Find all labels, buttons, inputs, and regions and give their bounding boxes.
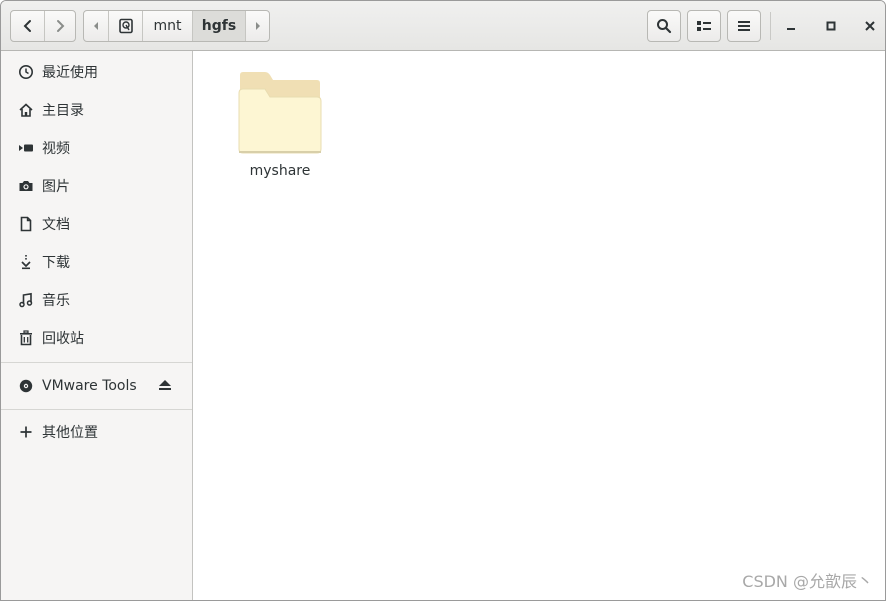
home-icon: [17, 101, 35, 119]
sidebar-item-label: 其他位置: [42, 425, 98, 441]
trash-icon: [17, 329, 35, 347]
path-segment-label: mnt: [153, 18, 182, 34]
camera-icon: [17, 177, 35, 195]
sidebar-item-home[interactable]: 主目录: [1, 91, 192, 129]
music-icon: [17, 291, 35, 309]
sidebar-item-recent[interactable]: 最近使用: [1, 53, 192, 91]
minimize-button[interactable]: [775, 10, 807, 42]
maximize-button[interactable]: [815, 10, 847, 42]
sidebar-item-vmware-tools[interactable]: VMware Tools: [1, 367, 192, 405]
back-button[interactable]: [11, 11, 44, 41]
download-icon: [17, 253, 35, 271]
drive-icon: [118, 18, 133, 34]
path-root-button[interactable]: [108, 11, 142, 41]
hamburger-menu-icon: [738, 21, 750, 31]
sidebar-item-downloads[interactable]: 下载: [1, 243, 192, 281]
sidebar-item-label: 主目录: [42, 103, 84, 119]
minimize-icon: [787, 28, 795, 30]
close-button[interactable]: [854, 10, 885, 42]
maximize-icon: [826, 21, 836, 31]
clock-icon: [17, 63, 35, 81]
path-segment-hgfs[interactable]: hgfs: [192, 11, 245, 41]
sidebar-separator: [1, 409, 192, 410]
sidebar-item-label: 视频: [42, 141, 70, 157]
sidebar-item-label: 文档: [42, 217, 70, 233]
forward-button[interactable]: [44, 11, 75, 41]
document-icon: [17, 215, 35, 233]
eject-icon: [159, 380, 171, 390]
triangle-right-icon: [255, 22, 260, 30]
chevron-left-icon: [23, 20, 31, 32]
menu-button[interactable]: [727, 10, 761, 42]
header-bar: mnt hgfs: [1, 1, 885, 51]
sidebar-item-label: 音乐: [42, 293, 70, 309]
sidebar-item-videos[interactable]: 视频: [1, 129, 192, 167]
path-scroll-right-button[interactable]: [245, 11, 269, 41]
triangle-left-icon: [94, 22, 98, 30]
file-item-myshare[interactable]: myshare: [235, 71, 325, 179]
sidebar-item-music[interactable]: 音乐: [1, 281, 192, 319]
file-manager-window: mnt hgfs 最近使用 主目录 视频 图片 文档 下载 音乐 回收站 VMw…: [0, 0, 886, 601]
sidebar-separator: [1, 362, 192, 363]
close-icon: [865, 21, 875, 31]
sidebar-item-label: 下载: [42, 255, 70, 271]
folder-icon: [238, 72, 322, 154]
list-view-icon: [697, 21, 711, 31]
header-separator: [770, 12, 771, 40]
path-scroll-left-button[interactable]: [84, 11, 108, 41]
plus-icon: [17, 423, 35, 441]
search-button[interactable]: [647, 10, 681, 42]
sidebar-item-pictures[interactable]: 图片: [1, 167, 192, 205]
chevron-right-icon: [57, 20, 65, 32]
sidebar-item-documents[interactable]: 文档: [1, 205, 192, 243]
sidebar-item-label: VMware Tools: [42, 378, 137, 394]
watermark: CSDN @允歆辰丶: [742, 572, 873, 591]
sidebar-item-other-locations[interactable]: 其他位置: [1, 413, 192, 451]
search-icon: [657, 19, 672, 34]
eject-button[interactable]: [158, 379, 172, 395]
view-toggle-button[interactable]: [687, 10, 721, 42]
path-bar: mnt hgfs: [83, 10, 270, 42]
sidebar-item-label: 图片: [42, 179, 70, 195]
video-icon: [17, 139, 35, 157]
history-buttons: [10, 10, 76, 42]
sidebar-item-label: 最近使用: [42, 65, 98, 81]
sidebar-item-trash[interactable]: 回收站: [1, 319, 192, 357]
path-segment-label: hgfs: [201, 18, 237, 34]
sidebar: 最近使用 主目录 视频 图片 文档 下载 音乐 回收站 VMware Tools…: [1, 51, 193, 600]
sidebar-item-label: 回收站: [42, 331, 84, 347]
disc-icon: [17, 377, 35, 395]
path-segment-mnt[interactable]: mnt: [142, 11, 192, 41]
file-name: myshare: [249, 163, 311, 179]
file-view: myshare: [193, 51, 885, 600]
